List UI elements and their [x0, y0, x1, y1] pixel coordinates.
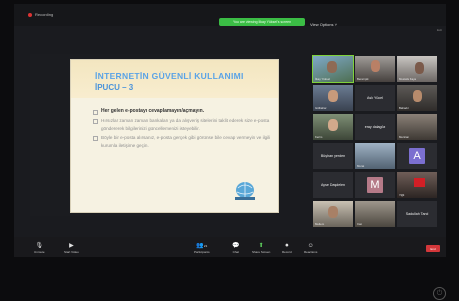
zoom-window: Recording You are viewing İlkay Yüksel's…	[14, 4, 446, 257]
participant-name: Mustafa Kaya	[399, 77, 417, 81]
avatar: M	[367, 177, 383, 193]
participant-tile[interactable]: Bahadır	[397, 85, 437, 111]
participant-tile[interactable]: Aslı Yücel	[355, 85, 395, 111]
participant-tile[interactable]: Kerim	[313, 114, 353, 140]
participants-button[interactable]: 👥21 Participants	[194, 243, 210, 254]
presentation-slide: İNTERNETİN GÜVENLİ KULLANIMI İPUCU – 3 H…	[70, 59, 279, 213]
participant-tile[interactable]: eray dalagöz	[355, 114, 395, 140]
reactions-label: Reactions	[304, 250, 318, 254]
participant-tile[interactable]: Yiğit	[397, 172, 437, 198]
slide-subtitle: İPUCU – 3	[95, 83, 134, 92]
participant-tile[interactable]: Mustafa Kaya	[397, 56, 437, 82]
slide-bullets: Her gelen e-postayı cevaplamayın/açmayın…	[93, 108, 271, 151]
participant-name: Büşhan yerden	[320, 154, 346, 158]
chat-label: Chat	[232, 250, 239, 254]
unmute-button[interactable]: 🎙 Unmute	[34, 243, 45, 254]
share-banner-text: You are viewing İlkay Yüksel's screen	[232, 20, 292, 24]
participant-name: Kerim	[315, 135, 323, 139]
microphone-muted-icon: 🎙	[35, 243, 44, 249]
participant-tile[interactable]: Büşhan yerden	[313, 143, 353, 169]
slide-bullet: Böyle bir e-posta alırsanız, e-posta ger…	[93, 134, 271, 149]
record-icon: ⏺	[285, 243, 289, 249]
reactions-button[interactable]: ☺ Reactions	[304, 243, 317, 254]
share-screen-label: Share Screen	[252, 250, 271, 254]
record-button[interactable]: ⏺ Record	[282, 243, 292, 254]
laptop-globe-icon	[235, 182, 255, 200]
screen-share-banner[interactable]: You are viewing İlkay Yüksel's screen	[219, 18, 305, 26]
record-label: Record	[282, 250, 292, 254]
chat-button[interactable]: 💬 Chat	[232, 243, 239, 254]
participant-name: Murat	[357, 164, 365, 168]
top-bar: Recording You are viewing İlkay Yüksel's…	[14, 4, 446, 32]
participant-name: Gülbahar	[315, 106, 327, 110]
participant-tile[interactable]: Berat işik	[355, 56, 395, 82]
participant-tile[interactable]: Murat	[355, 143, 395, 169]
participant-tile[interactable]: M	[355, 172, 395, 198]
participant-gallery: İlkay Yüksel Berat işik Mustafa Kaya Gül…	[310, 55, 438, 227]
participant-name: Bahadır	[399, 106, 409, 110]
participant-tile[interactable]: Gülbahar	[313, 85, 353, 111]
participant-name: Mertcan	[399, 135, 410, 139]
power-icon[interactable]: ⏻	[433, 287, 446, 300]
participants-label: Participants	[194, 250, 210, 254]
participant-name: Aslı Yücel	[367, 96, 383, 100]
participants-count: 21	[203, 244, 208, 248]
participant-tile[interactable]: Meltem	[313, 201, 353, 227]
slide-bullet: Hırsızlar zaman zaman bankaları ya da al…	[93, 117, 271, 132]
meeting-toolbar: 🎙 Unmute ▶ Start Video 👥21 Participants …	[14, 237, 446, 257]
slide-title: İNTERNETİN GÜVENLİ KULLANIMI	[95, 71, 244, 81]
end-meeting-button[interactable]: End	[426, 245, 440, 252]
recording-indicator: Recording	[28, 12, 53, 17]
participant-name: Berat işik	[357, 77, 369, 81]
participant-name: Meltem	[315, 222, 325, 226]
participant-name: Can	[357, 222, 363, 226]
share-screen-button[interactable]: ⬆ Share Screen	[252, 243, 270, 254]
reactions-icon: ☺	[307, 243, 314, 249]
participant-name: Yiğit	[399, 193, 405, 197]
share-screen-icon: ⬆	[258, 243, 264, 249]
participant-tile[interactable]: A	[397, 143, 437, 169]
participant-name: eray dalagöz	[364, 125, 386, 129]
monitor: Recording You are viewing İlkay Yüksel's…	[0, 0, 459, 301]
record-dot-icon	[28, 12, 32, 17]
recording-label: Recording	[35, 12, 54, 17]
participants-icon: 👥21	[196, 243, 208, 249]
participant-name: Ayse Daşdelen	[320, 183, 346, 187]
avatar: A	[409, 148, 425, 164]
unmute-label: Unmute	[34, 250, 45, 254]
participant-name: Sadullah Tanıl	[405, 212, 429, 216]
slide-bullet: Her gelen e-postayı cevaplamayın/açmayın…	[93, 108, 271, 116]
participant-tile[interactable]: Can	[355, 201, 395, 227]
chat-icon: 💬	[232, 243, 240, 249]
participant-name: İlkay Yüksel	[315, 77, 330, 81]
participant-tile[interactable]: İlkay Yüksel	[312, 55, 354, 83]
participant-tile[interactable]: Sadullah Tanıl	[397, 201, 437, 227]
participant-tile[interactable]: Ayse Daşdelen	[313, 172, 353, 198]
exit-fullscreen-button[interactable]: Exit	[437, 28, 442, 32]
participant-tile[interactable]: Mertcan	[397, 114, 437, 140]
video-camera-icon: ▶	[69, 243, 74, 249]
start-video-button[interactable]: ▶ Start Video	[64, 243, 79, 254]
start-video-label: Start Video	[64, 250, 79, 254]
view-options-button[interactable]: View Options ˅	[310, 22, 337, 27]
